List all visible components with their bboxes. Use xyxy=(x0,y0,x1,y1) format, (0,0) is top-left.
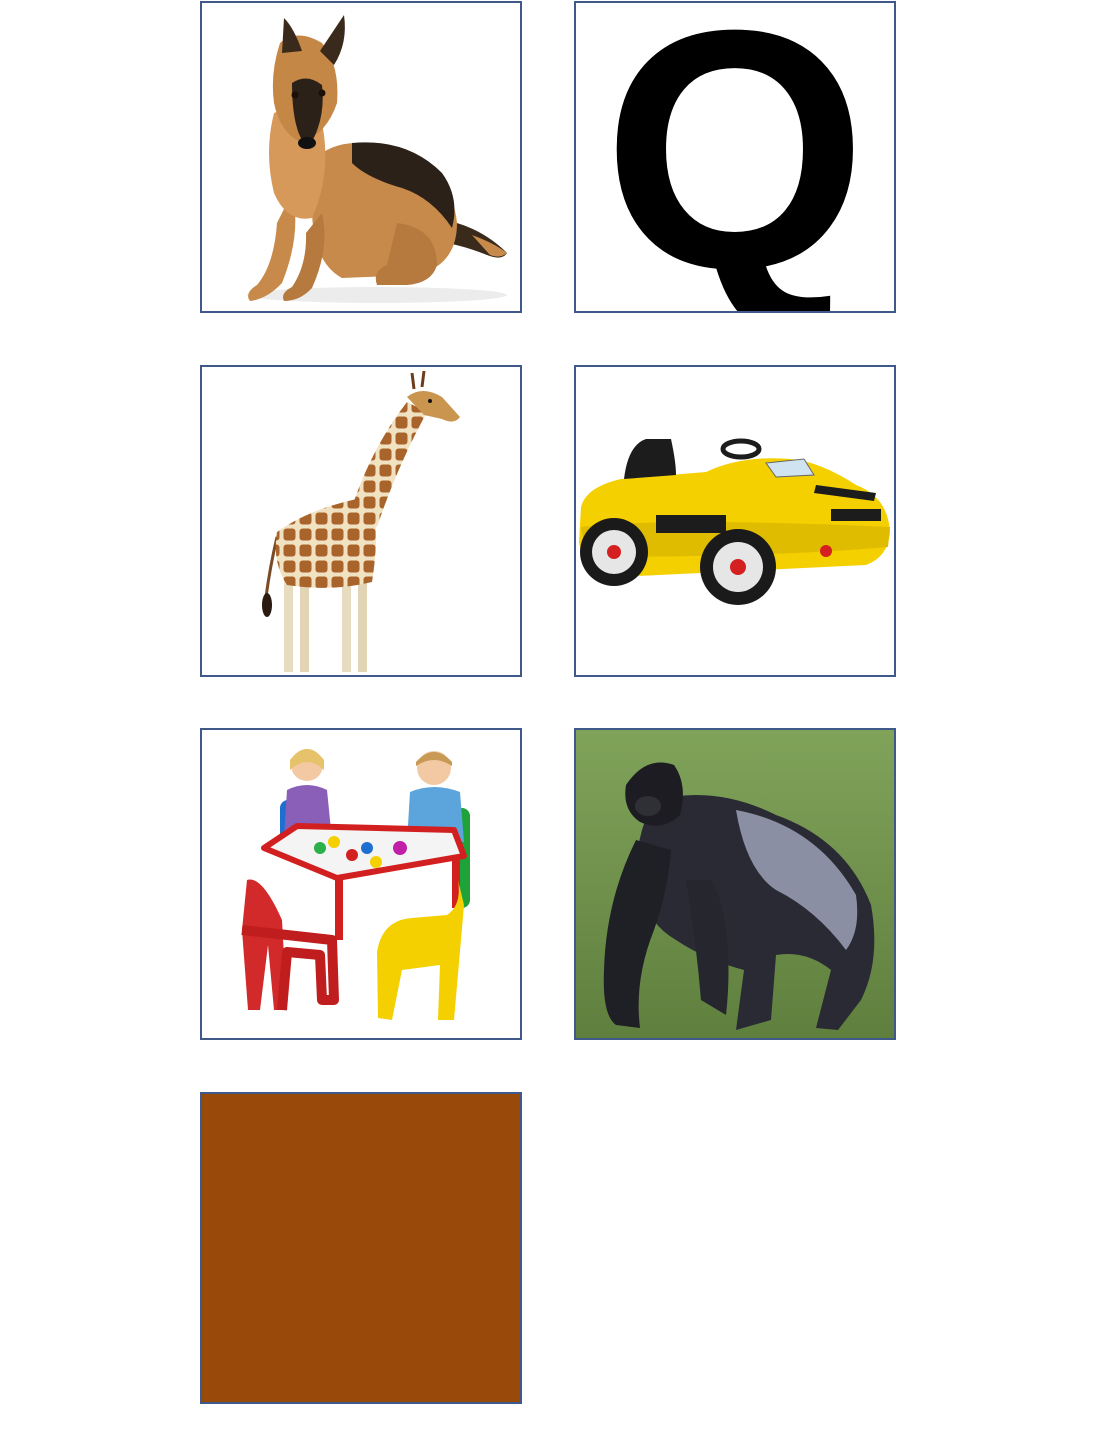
gorilla-picture xyxy=(576,730,894,1038)
card-letter-q: Q xyxy=(574,1,896,313)
kids-table-picture xyxy=(241,749,470,1020)
dog-picture xyxy=(247,15,507,303)
card-dog-image xyxy=(200,1,522,313)
giraffe-picture xyxy=(262,370,460,672)
card-gorilla-image xyxy=(574,728,896,1040)
card-brown-swatch xyxy=(200,1092,522,1404)
brown-swatch-fill xyxy=(202,1094,520,1402)
card-giraffe-image xyxy=(200,365,522,677)
card-kids-table-image xyxy=(200,728,522,1040)
toy-car-picture xyxy=(579,438,890,605)
card-toy-car-image xyxy=(574,365,896,677)
letter-q: Q xyxy=(602,1,868,313)
